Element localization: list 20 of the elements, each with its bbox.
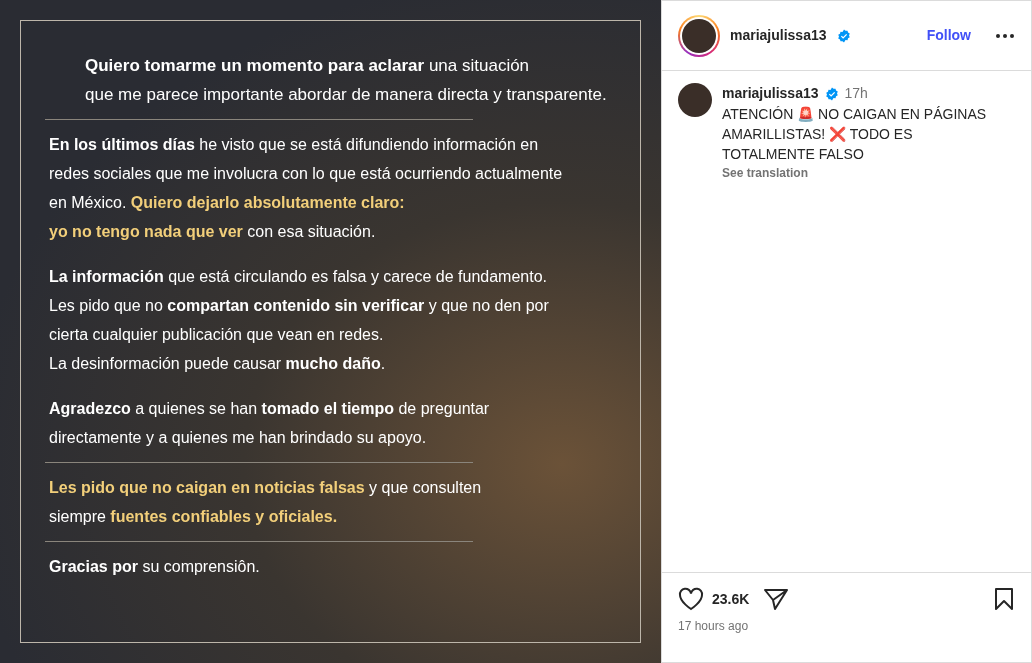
see-translation-link[interactable]: See translation [722,164,1002,182]
like-count[interactable]: 23.6K [712,588,750,610]
caption-text: ATENCIÓN 🚨 NO CAIGAN EN PÁGINAS AMARILLISTAS! ❌ TODO ES TOTALMENTE FALSO [722,105,988,164]
post-date: 17 hours ago [678,618,750,635]
post-image-text: En los últimos días he visto que se está difundiendo información en redes sociales que me involucra con lo que está ocurriendo actualmente en México. Quiero dejarlo absolutamente claro: yo no tengo nada que ver con esa situación. [48,135,564,242]
post-image-text: Gracias por su comprensiôn. [48,557,261,577]
username[interactable]: mariajulissa13 [722,83,819,104]
bookmark-icon[interactable] [993,587,1015,611]
post-time: 17h [844,84,868,103]
more-options-icon[interactable] [995,32,1015,39]
post-image-text: Les pido que no caigan en noticias falsas y que consulten siempre fuentes confiables y oficiales. [48,478,483,527]
avatar[interactable] [678,83,712,117]
post-image-text: La información que está circulando es falsa y carece de fundamento. Les pido que no compartan contenido sin verificar y que no den por cierta cualquier publicación que vean en redes. La desinformación puede causar mucho daño. [48,267,550,374]
username[interactable]: mariajulissa13 [730,25,827,46]
follow-button[interactable]: Follow [926,25,971,46]
post-image-text: Quiero tomarme un momento para aclarar una situación que me parece importante abordar de manera directa y transparente. [84,55,608,106]
paper-plane-icon[interactable] [763,587,790,611]
post-image-text: Agradezco a quienes se han tomado el tiempo de preguntar directamente y a quienes me han brindado su apoyo. [48,399,491,448]
avatar[interactable] [678,14,720,57]
heart-icon[interactable] [678,587,704,611]
